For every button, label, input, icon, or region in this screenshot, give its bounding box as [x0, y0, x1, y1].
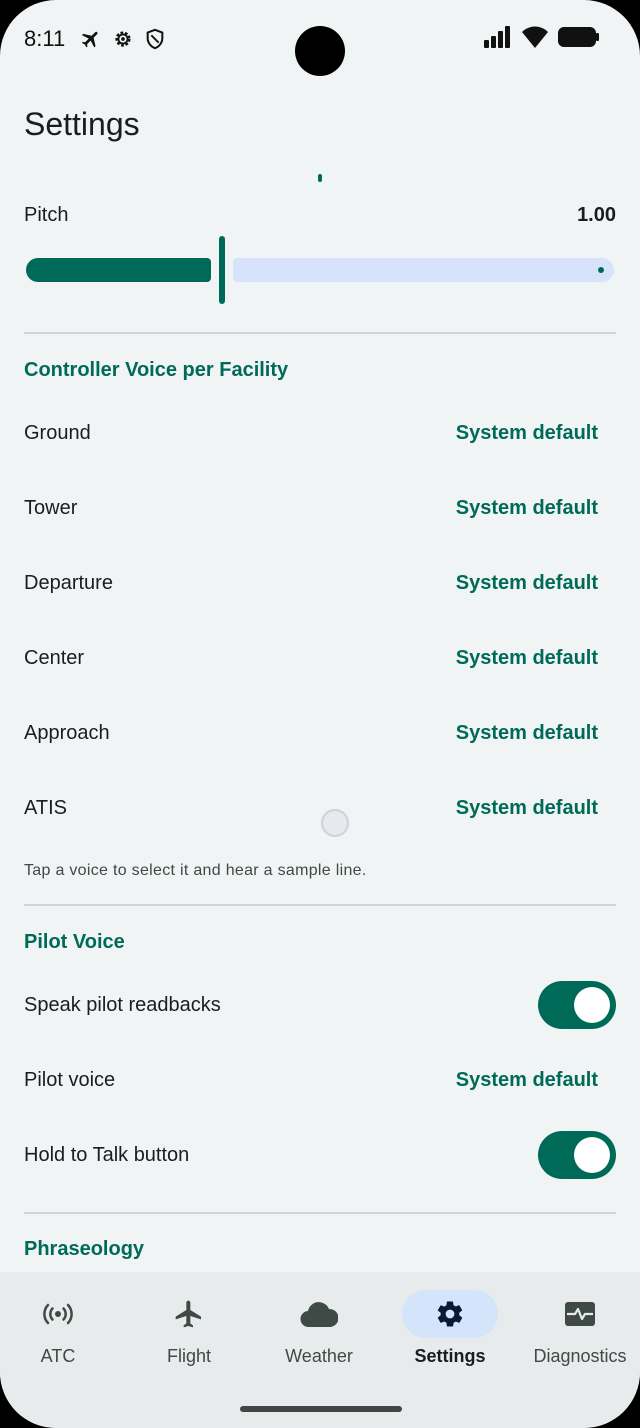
- nav-label: Settings: [414, 1346, 486, 1366]
- settings-screen: 8:11 Settings Pitch 1.00 Controller Voic…: [0, 0, 640, 1428]
- bottom-navigation: ATC Flight Weather Settings Diagnostics: [0, 1272, 640, 1428]
- pilot-voice-select-button[interactable]: System default: [456, 1069, 598, 1092]
- settings-gear-icon: [115, 31, 131, 47]
- row-label: Center: [24, 647, 85, 669]
- pitch-slider[interactable]: [26, 236, 614, 304]
- shield-icon: [146, 28, 164, 50]
- cloud-icon: [271, 1290, 367, 1338]
- home-indicator[interactable]: [240, 1406, 402, 1412]
- status-time: 8:11: [24, 26, 66, 51]
- divider: [24, 1212, 616, 1214]
- battery-icon: [558, 27, 599, 47]
- nav-item-flight[interactable]: Flight: [141, 1272, 237, 1392]
- divider: [24, 904, 616, 906]
- section-header-controller-voice: Controller Voice per Facility: [24, 359, 289, 381]
- broadcast-icon: [10, 1290, 106, 1338]
- section-header-pilot-voice: Pilot Voice: [24, 931, 125, 953]
- speak-readbacks-label: Speak pilot readbacks: [24, 994, 221, 1016]
- voice-select-button[interactable]: System default: [456, 647, 598, 670]
- voice-select-button[interactable]: System default: [456, 572, 598, 595]
- divider: [24, 332, 616, 334]
- voice-select-button[interactable]: System default: [456, 497, 598, 520]
- helper-text: Tap a voice to select it and hear a samp…: [24, 862, 367, 879]
- status-icons-left: [80, 28, 166, 50]
- voice-select-button[interactable]: System default: [456, 722, 598, 745]
- speak-readbacks-toggle[interactable]: [538, 981, 616, 1029]
- row-label: Approach: [24, 722, 110, 744]
- status-bar: 8:11: [0, 0, 640, 80]
- scroll-indicator: [318, 174, 322, 182]
- slider-stop-indicator: [598, 267, 604, 273]
- hold-to-talk-label: Hold to Talk button: [24, 1144, 190, 1166]
- pitch-value: 1.00: [577, 204, 616, 226]
- row-label: ATIS: [24, 797, 67, 819]
- cell-signal-icon: [484, 26, 510, 48]
- nav-item-weather[interactable]: Weather: [271, 1272, 367, 1392]
- voice-select-button[interactable]: System default: [456, 797, 598, 820]
- nav-label: Weather: [285, 1346, 353, 1366]
- section-header-phraseology: Phraseology: [24, 1238, 145, 1260]
- settings-gear-icon: [402, 1290, 498, 1338]
- front-camera: [295, 26, 345, 76]
- slider-handle[interactable]: [219, 236, 225, 304]
- airplane-icon: [141, 1290, 237, 1338]
- voice-select-button[interactable]: System default: [456, 422, 598, 445]
- row-label: Ground: [24, 422, 91, 444]
- status-icons-right: [484, 26, 600, 48]
- nav-label: Flight: [166, 1346, 211, 1366]
- nav-item-settings[interactable]: Settings: [402, 1272, 498, 1392]
- nav-label: Diagnostics: [533, 1346, 627, 1366]
- pitch-label: Pitch: [24, 204, 69, 226]
- nav-label: ATC: [40, 1346, 76, 1366]
- pilot-voice-label: Pilot voice: [24, 1069, 116, 1091]
- switch-knob: [574, 1137, 610, 1173]
- hold-to-talk-toggle[interactable]: [538, 1131, 616, 1179]
- page-title: Settings: [24, 106, 140, 142]
- touch-ripple: [321, 809, 349, 837]
- wifi-icon: [522, 26, 548, 48]
- nav-item-atc[interactable]: ATC: [10, 1272, 106, 1392]
- monitor-heart-icon: [532, 1290, 628, 1338]
- slider-inactive-track: [233, 258, 614, 282]
- slider-active-track: [26, 258, 211, 282]
- airplane-mode-icon: [81, 31, 98, 48]
- row-label: Departure: [24, 572, 113, 594]
- row-label: Tower: [24, 497, 78, 519]
- nav-item-diagnostics[interactable]: Diagnostics: [532, 1272, 628, 1392]
- switch-knob: [574, 987, 610, 1023]
